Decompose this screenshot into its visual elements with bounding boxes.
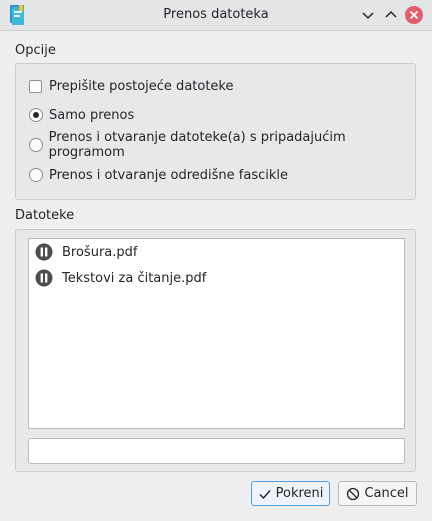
minimize-button[interactable] (358, 5, 378, 25)
files-group: Brošura.pdf Tekstovi za čitanje.pdf (15, 229, 416, 472)
cancel-icon (346, 487, 360, 501)
path-input[interactable] (28, 438, 405, 464)
radio-transfer-only-label: Samo prenos (49, 107, 135, 123)
options-group: Prepišite postojeće datoteke Samo prenos… (15, 63, 416, 200)
maximize-button[interactable] (381, 5, 401, 25)
radio-indicator[interactable] (29, 138, 43, 152)
radio-transfer-and-open-folder[interactable]: Prenos i otvaranje odredišne fascikle (29, 166, 288, 184)
radio-transfer-and-open-folder-label: Prenos i otvaranje odredišne fascikle (49, 167, 288, 183)
checkmark-icon (258, 487, 272, 501)
pause-icon (35, 243, 53, 261)
checkbox-box[interactable] (29, 79, 42, 93)
file-name: Tekstovi za čitanje.pdf (62, 270, 207, 286)
title-bar[interactable]: Prenos datoteka (0, 0, 432, 31)
cancel-button[interactable]: Cancel (338, 481, 417, 506)
radio-indicator[interactable] (29, 108, 43, 122)
cancel-button-label: Cancel (364, 486, 409, 501)
list-item[interactable]: Tekstovi za čitanje.pdf (35, 268, 206, 288)
close-button[interactable] (404, 5, 424, 25)
overwrite-files-checkbox[interactable]: Prepišite postojeće datoteke (29, 77, 234, 95)
radio-transfer-and-open-files-label: Prenos i otvaranje datoteke(a) s pripada… (48, 130, 346, 160)
minimize-icon (362, 12, 374, 20)
radio-transfer-only[interactable]: Samo prenos (29, 106, 134, 124)
radio-indicator[interactable] (29, 168, 43, 182)
radio-transfer-and-open-files[interactable]: Prenos i otvaranje datoteke(a) s pripada… (29, 130, 415, 160)
file-list[interactable]: Brošura.pdf Tekstovi za čitanje.pdf (28, 238, 405, 429)
options-section-label: Opcije (15, 43, 56, 58)
file-name: Brošura.pdf (62, 244, 138, 260)
close-icon (405, 6, 423, 24)
files-section-label: Datoteke (15, 208, 75, 223)
start-button-label: Pokreni (275, 486, 324, 501)
pause-icon (35, 269, 53, 287)
maximize-icon (385, 10, 397, 18)
overwrite-files-label: Prepišite postojeće datoteke (49, 78, 234, 94)
start-button[interactable]: Pokreni (251, 481, 330, 506)
list-item[interactable]: Brošura.pdf (35, 242, 137, 262)
